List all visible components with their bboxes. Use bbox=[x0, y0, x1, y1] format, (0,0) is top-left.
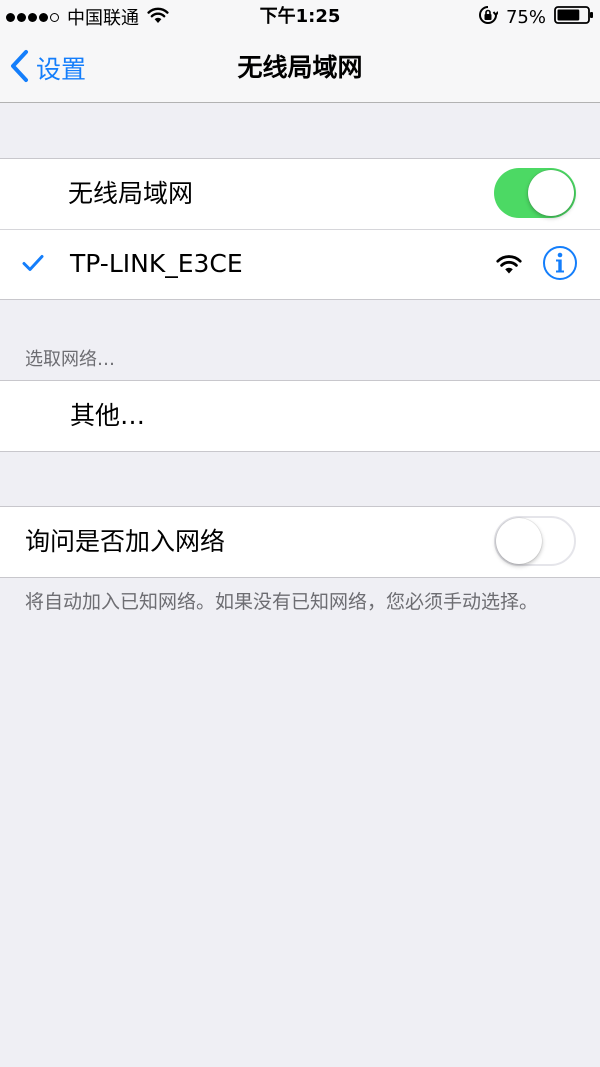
wifi-settings-group: 无线局域网 TP-LINK_E3CE bbox=[0, 158, 600, 300]
rotation-lock-icon bbox=[478, 5, 499, 29]
ask-join-row: 询问是否加入网络 bbox=[0, 507, 600, 577]
battery-icon bbox=[554, 6, 594, 28]
chevron-left-icon bbox=[10, 49, 30, 87]
wifi-toggle-label: 无线局域网 bbox=[68, 179, 194, 208]
wifi-icon bbox=[496, 253, 522, 279]
checkmark-icon bbox=[22, 254, 44, 276]
wifi-toggle-row: 无线局域网 bbox=[0, 159, 600, 229]
other-network-group: 其他… bbox=[0, 380, 600, 452]
other-network-label: 其他… bbox=[70, 401, 146, 430]
other-network-row[interactable]: 其他… bbox=[0, 381, 600, 451]
status-bar: 中国联通 下午1:25 75% bbox=[0, 0, 600, 34]
connected-network-name: TP-LINK_E3CE bbox=[70, 249, 243, 278]
ask-join-group: 询问是否加入网络 bbox=[0, 506, 600, 578]
toggle-knob bbox=[496, 518, 542, 564]
navigation-bar: 设置 无线局域网 bbox=[0, 34, 600, 103]
status-right: 75% bbox=[478, 5, 594, 29]
back-label: 设置 bbox=[36, 55, 87, 84]
ask-join-footer: 将自动加入已知网络。如果没有已知网络，您必须手动选择。 bbox=[25, 591, 539, 613]
wifi-toggle-switch[interactable] bbox=[494, 168, 576, 218]
ask-join-label: 询问是否加入网络 bbox=[25, 527, 226, 556]
ask-join-toggle-switch[interactable] bbox=[494, 516, 576, 566]
info-icon[interactable] bbox=[542, 245, 578, 281]
toggle-knob bbox=[528, 170, 574, 216]
battery-percent: 75% bbox=[505, 6, 546, 28]
back-button[interactable]: 设置 bbox=[10, 34, 86, 102]
page-title: 无线局域网 bbox=[237, 53, 363, 82]
connected-network-row[interactable]: TP-LINK_E3CE bbox=[0, 229, 600, 299]
choose-network-header: 选取网络… bbox=[25, 349, 115, 370]
